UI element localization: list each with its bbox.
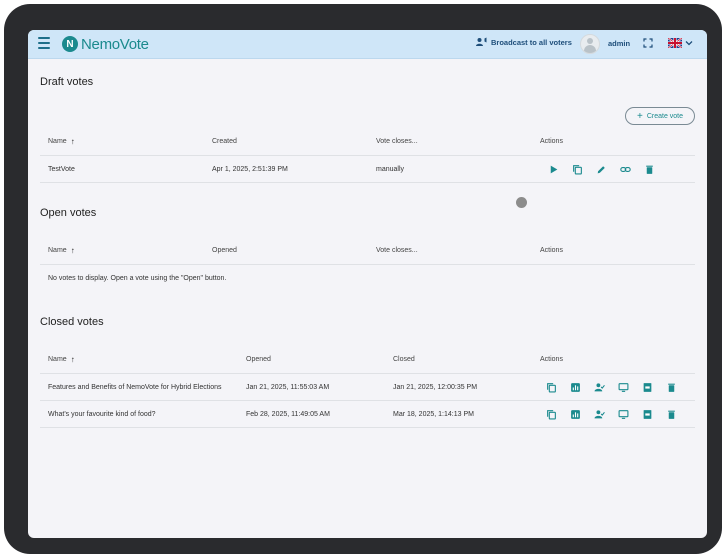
uk-flag-icon[interactable]	[668, 38, 682, 48]
app-screen: N NemoVote Broadcast to all voters admin	[28, 30, 707, 538]
monitor-icon[interactable]	[618, 380, 642, 394]
empty-message: No votes to display. Open a vote using t…	[48, 274, 227, 282]
vote-closed: Jan 21, 2025, 12:00:35 PM	[393, 383, 478, 391]
create-vote-label: Create vote	[646, 112, 684, 120]
sort-arrow-up-icon[interactable]: ↑	[71, 137, 75, 146]
username[interactable]: admin	[608, 39, 630, 48]
closed-votes-title: Closed votes	[40, 316, 104, 328]
create-vote-button[interactable]: + Create vote	[625, 107, 695, 125]
column-name[interactable]: Name ↑	[48, 346, 75, 373]
row-actions	[548, 156, 668, 182]
tablet-frame: N NemoVote Broadcast to all voters admin	[4, 4, 722, 554]
pdf-icon[interactable]	[642, 407, 666, 421]
column-actions: Actions	[540, 247, 563, 254]
table-header: Name ↑ Opened Vote closes... Actions	[40, 237, 695, 265]
vote-closed: Mar 18, 2025, 1:14:13 PM	[393, 410, 474, 418]
play-icon[interactable]	[548, 162, 572, 176]
column-name[interactable]: Name ↑	[48, 128, 75, 155]
delete-icon[interactable]	[644, 162, 668, 176]
monitor-icon[interactable]	[618, 407, 642, 421]
table-row[interactable]: Features and Benefits of NemoVote for Hy…	[40, 374, 695, 401]
avatar[interactable]	[580, 34, 600, 54]
draft-votes-title: Draft votes	[40, 76, 94, 88]
table-row[interactable]: What's your favourite kind of food? Feb …	[40, 401, 695, 428]
chevron-down-icon[interactable]	[684, 38, 694, 48]
bar-chart-icon[interactable]	[570, 380, 594, 394]
row-actions	[546, 374, 690, 400]
column-actions: Actions	[540, 356, 563, 363]
sort-arrow-up-icon[interactable]: ↑	[71, 355, 75, 364]
brand-name: NemoVote	[81, 35, 149, 53]
copy-icon[interactable]	[546, 380, 570, 394]
broadcast-button[interactable]: Broadcast to all voters	[476, 37, 572, 47]
column-actions: Actions	[540, 138, 563, 145]
column-opened: Opened	[212, 247, 237, 254]
sort-arrow-up-icon[interactable]: ↑	[71, 246, 75, 255]
column-name[interactable]: Name ↑	[48, 237, 75, 264]
broadcast-icon	[476, 37, 487, 46]
delete-icon[interactable]	[666, 407, 690, 421]
mouse-cursor	[516, 197, 527, 208]
open-votes-table: Name ↑ Opened Vote closes... Actions No …	[40, 237, 695, 291]
table-row[interactable]: TestVote Apr 1, 2025, 2:51:39 PM manuall…	[40, 156, 695, 183]
closed-votes-table: Name ↑ Opened Closed Actions Features an…	[40, 346, 695, 428]
open-votes-title: Open votes	[40, 207, 97, 219]
broadcast-label: Broadcast to all voters	[491, 37, 572, 47]
voters-icon[interactable]	[594, 380, 618, 394]
logo-mark-icon: N	[62, 36, 78, 52]
draft-votes-table: Name ↑ Created Vote closes... Actions Te…	[40, 128, 695, 183]
vote-created: Apr 1, 2025, 2:51:39 PM	[212, 165, 288, 173]
column-vote-closes: Vote closes...	[376, 247, 418, 254]
column-closed: Closed	[393, 356, 415, 363]
vote-opened: Feb 28, 2025, 11:49:05 AM	[246, 410, 330, 418]
vote-opened: Jan 21, 2025, 11:55:03 AM	[246, 383, 330, 391]
vote-name: What's your favourite kind of food?	[48, 410, 156, 418]
vote-name: Features and Benefits of NemoVote for Hy…	[48, 383, 222, 391]
link-icon[interactable]	[620, 162, 644, 176]
table-header: Name ↑ Opened Closed Actions	[40, 346, 695, 374]
empty-row: No votes to display. Open a vote using t…	[40, 265, 695, 291]
vote-closes: manually	[376, 165, 405, 173]
table-header: Name ↑ Created Vote closes... Actions	[40, 128, 695, 156]
fullscreen-icon[interactable]	[643, 38, 653, 48]
delete-icon[interactable]	[666, 380, 690, 394]
plus-icon: +	[636, 110, 643, 122]
edit-icon[interactable]	[596, 162, 620, 176]
row-actions	[546, 401, 690, 427]
vote-name: TestVote	[48, 165, 75, 173]
column-vote-closes: Vote closes...	[376, 138, 418, 145]
column-created: Created	[212, 138, 237, 145]
pdf-icon[interactable]	[642, 380, 666, 394]
copy-icon[interactable]	[572, 162, 596, 176]
copy-icon[interactable]	[546, 407, 570, 421]
top-app-bar: N NemoVote Broadcast to all voters admin	[28, 30, 707, 59]
bar-chart-icon[interactable]	[570, 407, 594, 421]
column-opened: Opened	[246, 356, 271, 363]
voters-icon[interactable]	[594, 407, 618, 421]
menu-icon[interactable]	[38, 37, 50, 49]
brand-logo[interactable]: N NemoVote	[62, 34, 149, 54]
